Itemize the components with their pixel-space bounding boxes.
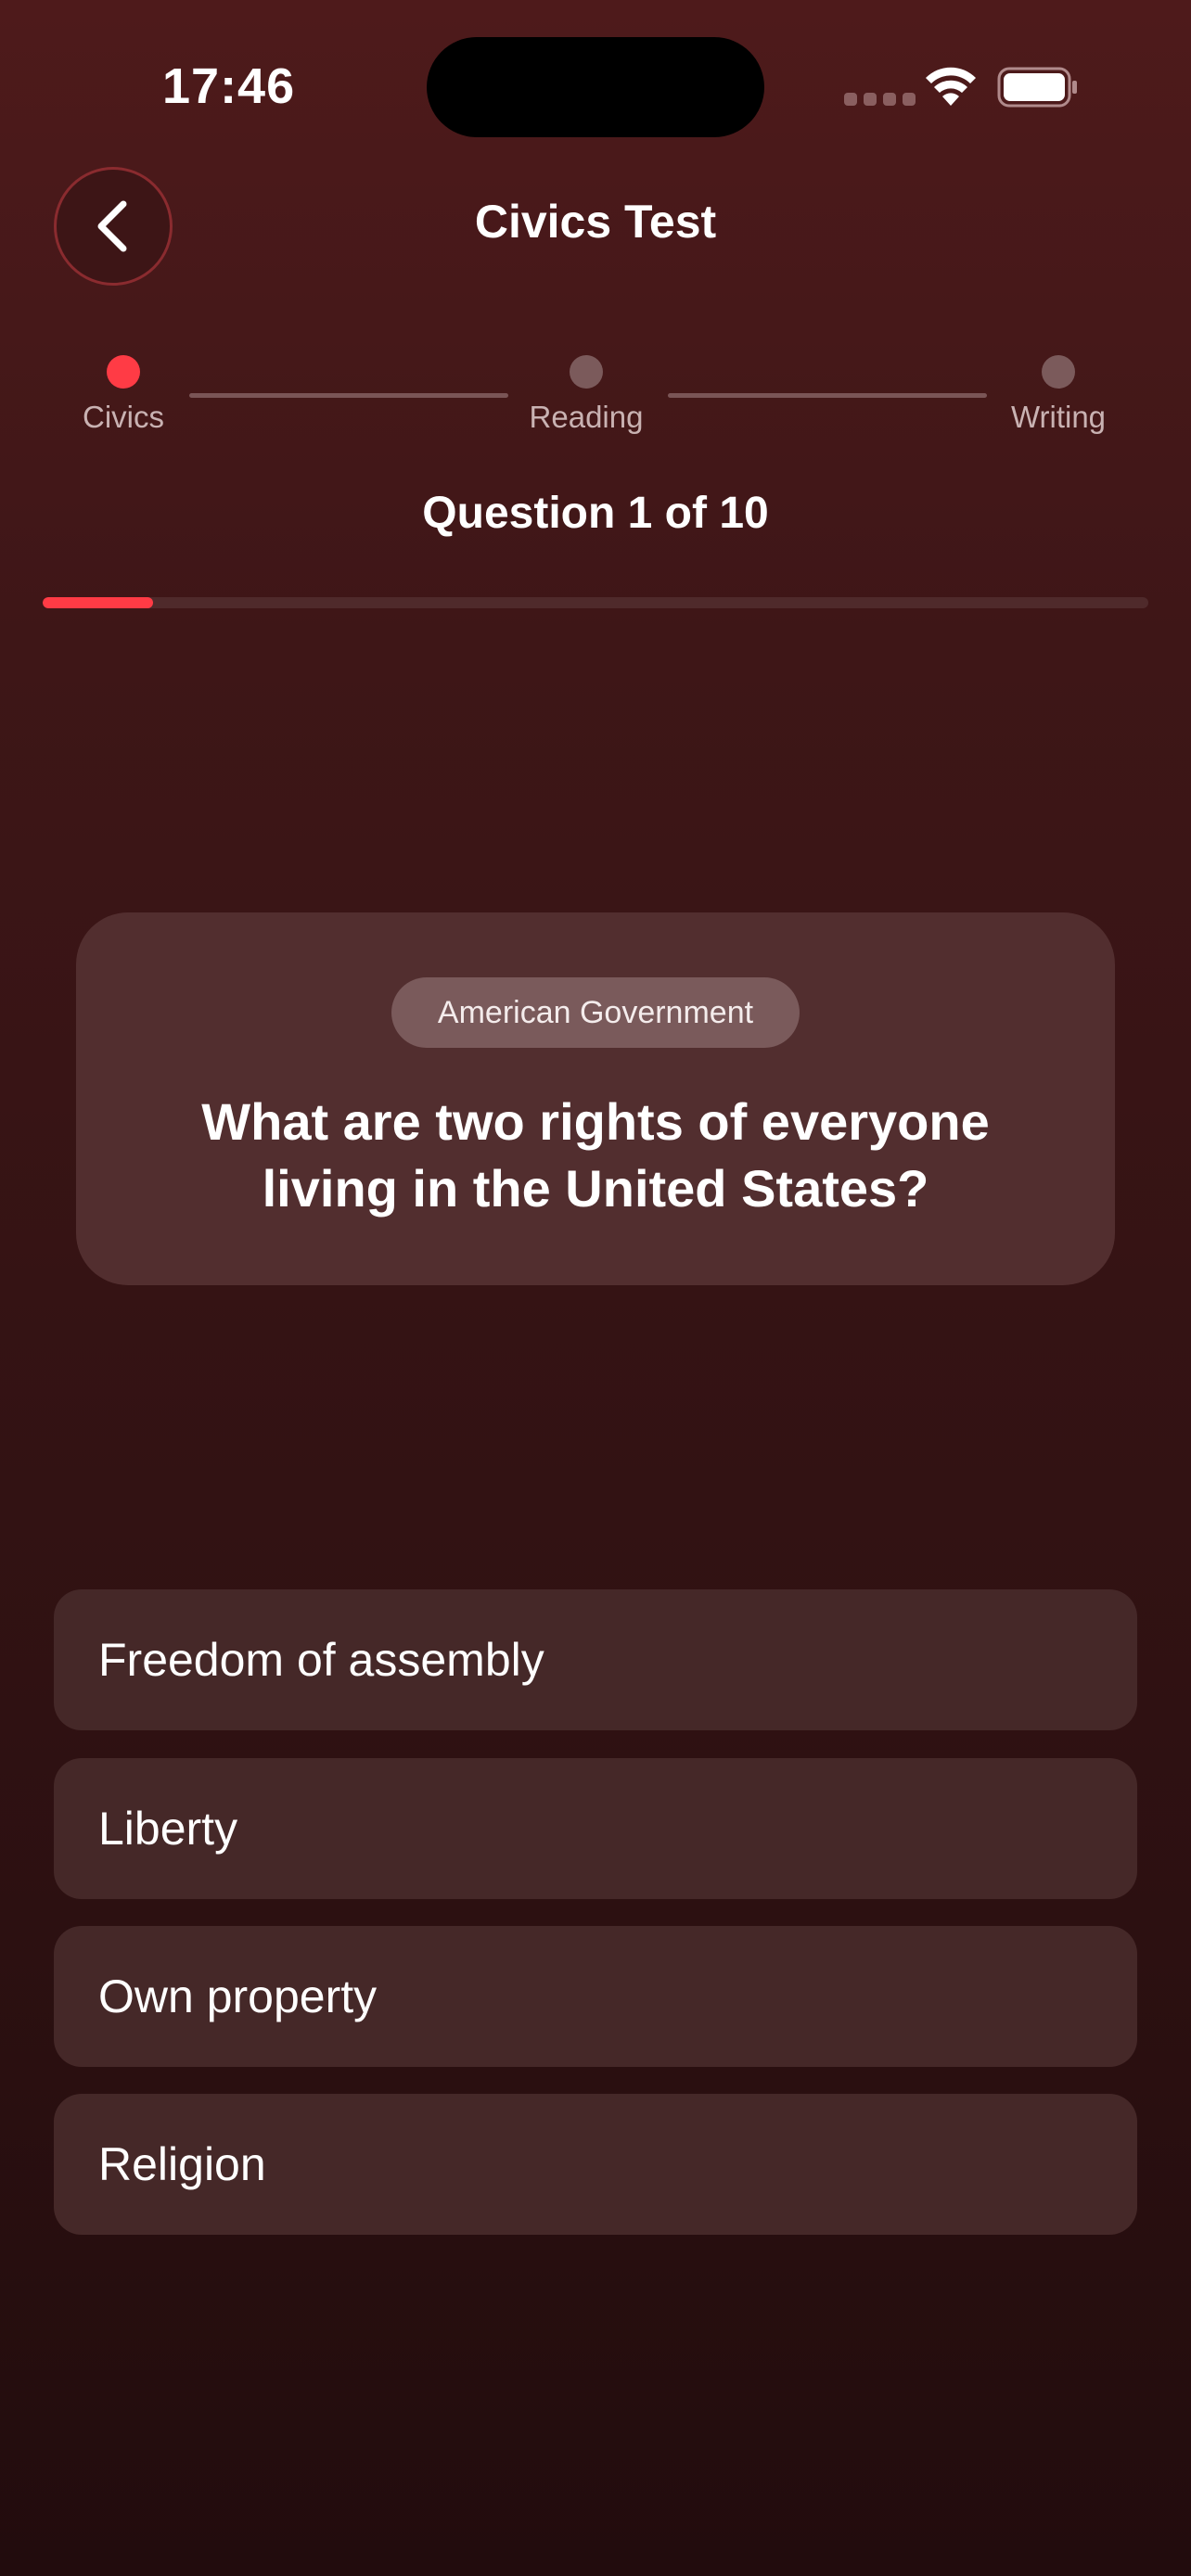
step-civics: Civics — [31, 343, 216, 435]
status-bar: 17:46 — [0, 0, 1191, 176]
question-text: What are two rights of everyone living i… — [201, 1092, 990, 1218]
battery-icon — [997, 67, 1077, 108]
stepper-connector — [189, 393, 508, 398]
answer-option[interactable]: Religion — [54, 2094, 1137, 2235]
step-label: Writing — [1010, 400, 1107, 434]
step-label: Civics — [83, 400, 164, 434]
step-writing: Writing — [966, 343, 1151, 435]
quiz-progress-bar — [43, 597, 1148, 608]
answer-option[interactable]: Own property — [54, 1926, 1137, 2067]
category-badge: American Government — [391, 977, 800, 1048]
step-label: Reading — [529, 400, 644, 434]
answer-option[interactable]: Liberty — [54, 1758, 1137, 1899]
step-indicator-active — [107, 355, 140, 389]
signal-dots-icon — [844, 93, 916, 106]
stepper-connector — [668, 393, 987, 398]
step-reading: Reading — [493, 343, 679, 435]
status-time: 17:46 — [162, 58, 296, 114]
page-title: Civics Test — [474, 196, 717, 248]
question-counter: Question 1 of 10 — [422, 489, 769, 538]
answer-option[interactable]: Freedom of assembly — [54, 1589, 1137, 1730]
step-indicator — [570, 355, 603, 389]
question-card: American Government What are two rights … — [76, 912, 1115, 1285]
wifi-icon — [926, 67, 976, 106]
step-indicator — [1042, 355, 1075, 389]
quiz-progress-fill — [43, 597, 154, 608]
dynamic-island — [427, 37, 764, 137]
test-stepper: Civics Reading Writing — [0, 343, 1191, 445]
